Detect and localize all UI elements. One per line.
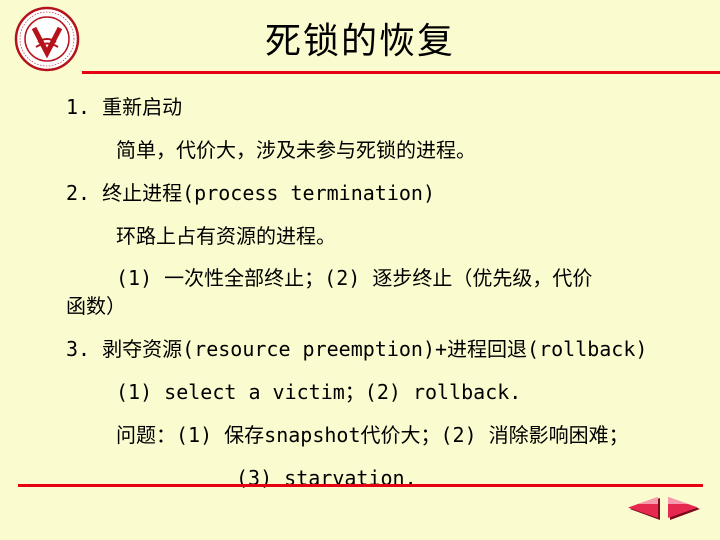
footer-divider [18,484,703,487]
item-3-problems-cont: (3) starvation. [236,466,417,490]
item-1-detail: 简单，代价大，涉及未参与死锁的进程。 [116,138,476,162]
arrow-left-icon [628,497,660,520]
prev-slide-button[interactable] [626,496,662,522]
slide-title: 死锁的恢复 [264,21,455,62]
title-divider [82,71,720,74]
arrow-right-icon [668,497,700,520]
item-2-methods-cont: 函数） [66,294,126,318]
item-3-problems: 问题：(1) 保存snapshot代价大；(2) 消除影响困难； [116,423,629,447]
item-2-heading: 2. 终止进程(process termination) [66,181,435,205]
item-3-steps: (1) select a victim；(2) rollback. [116,380,522,404]
next-slide-button[interactable] [666,496,702,522]
item-3-heading: 3. 剥夺资源(resource preemption)+进程回退(rollba… [66,337,648,361]
item-2-detail: 环路上占有资源的进程。 [116,224,336,248]
item-2-methods: (1) 一次性全部终止；(2) 逐步终止（优先级，代价 [116,266,593,290]
item-1-heading: 1. 重新启动 [66,95,183,119]
